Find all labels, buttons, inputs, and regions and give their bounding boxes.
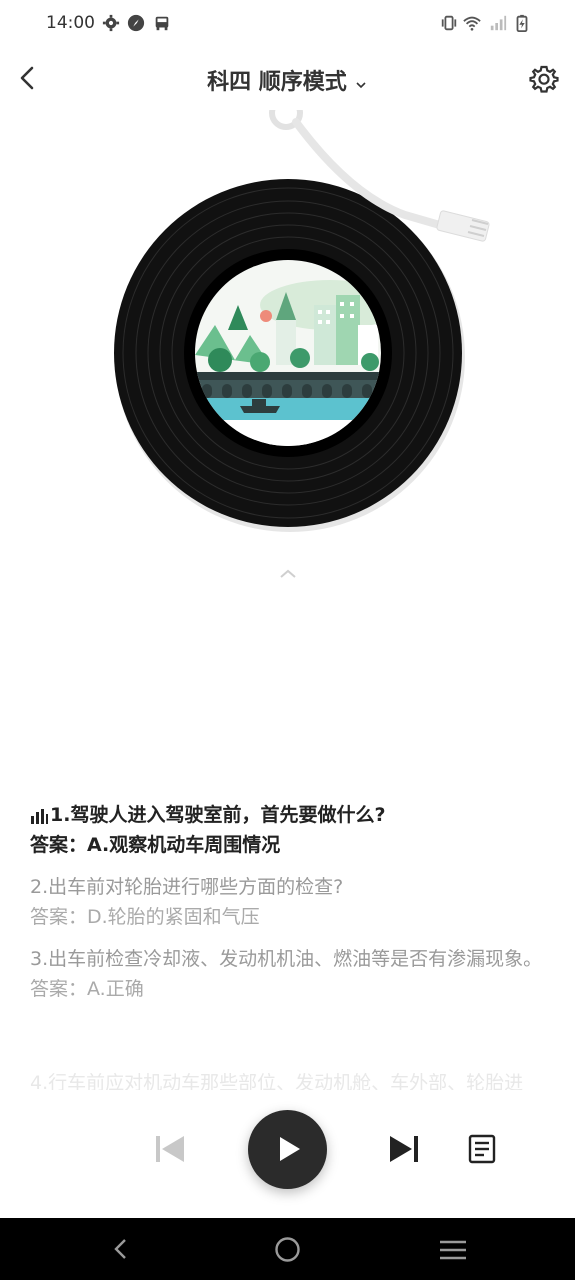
play-icon <box>280 1137 300 1161</box>
answer-text: 答案：A.正确 <box>30 978 144 1000</box>
compass-icon <box>127 14 145 32</box>
list-item-question-4-faded: 4.行车前应对机动车那些部位、发动机舱、车外部、轮胎进 <box>30 1072 524 1090</box>
list-item-question-3[interactable]: 3.出车前检查冷却液、发动机机油、燃油等是否有渗漏现象。 答案：A.正确 <box>30 944 550 1004</box>
playlist-icon[interactable] <box>466 1133 498 1165</box>
settings-gear-icon[interactable] <box>529 64 559 94</box>
expand-up-icon[interactable] <box>278 566 298 582</box>
gear-icon <box>102 14 120 32</box>
list-item-question-2[interactable]: 2.出车前对轮胎进行哪些方面的检查? 答案：D.轮胎的紧固和气压 <box>30 872 550 932</box>
page-title: 科四 顺序模式 <box>207 70 347 95</box>
list-item-question-1[interactable]: 1.驾驶人进入驾驶室前，首先要做什么? 答案：A.观察机动车周围情况 <box>30 800 550 860</box>
player-controls <box>0 1105 575 1195</box>
nav-home-icon[interactable] <box>274 1236 301 1263</box>
nav-recents-icon[interactable] <box>438 1238 468 1262</box>
previous-icon[interactable] <box>152 1133 188 1165</box>
question-text: 3.出车前检查冷却液、发动机机油、燃油等是否有渗漏现象。 <box>30 948 543 970</box>
system-nav-bar <box>0 1218 575 1280</box>
question-text: 2.出车前对轮胎进行哪些方面的检查? <box>30 876 344 898</box>
mode-selector[interactable]: 科四 顺序模式 <box>0 64 575 96</box>
play-button[interactable] <box>248 1110 327 1189</box>
question-list: 1.驾驶人进入驾驶室前，首先要做什么? 答案：A.观察机动车周围情况 2.出车前… <box>30 800 550 1016</box>
chevron-down-icon <box>356 81 366 88</box>
vibrate-icon <box>441 15 457 31</box>
answer-text: 答案：A.观察机动车周围情况 <box>30 834 281 856</box>
question-text: 1.驾驶人进入驾驶室前，首先要做什么? <box>30 800 550 830</box>
app-header: 科四 顺序模式 <box>0 50 575 110</box>
next-icon[interactable] <box>386 1133 422 1165</box>
wifi-icon <box>463 16 481 31</box>
answer-text: 答案：D.轮胎的紧固和气压 <box>30 906 260 928</box>
vinyl-record <box>114 110 490 532</box>
status-bar: 14:00 <box>0 0 575 48</box>
status-time: 14:00 <box>46 13 95 33</box>
car-icon <box>155 16 169 31</box>
nav-back-icon[interactable] <box>108 1236 134 1262</box>
playing-equalizer-icon <box>31 808 48 824</box>
battery-charging-icon <box>516 14 528 32</box>
signal-icon <box>490 15 507 31</box>
